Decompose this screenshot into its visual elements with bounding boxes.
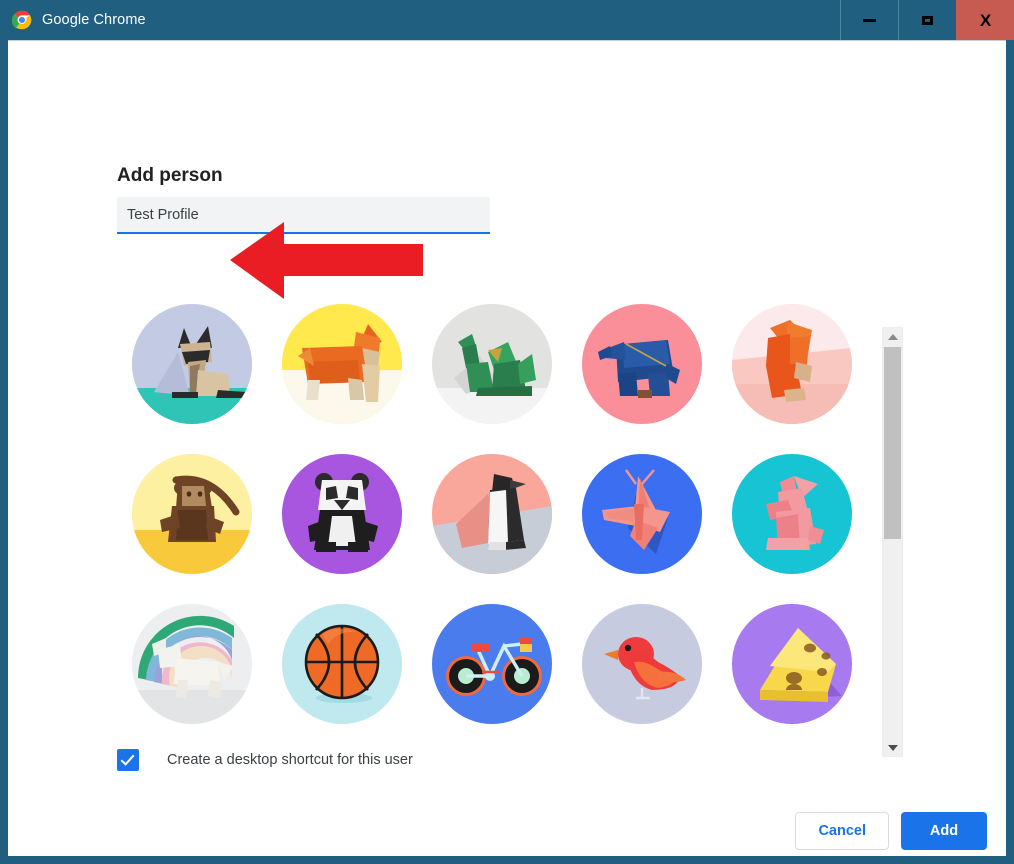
avatar-dog-icon[interactable]: [282, 304, 402, 424]
avatar-penguin-icon[interactable]: [432, 454, 552, 574]
chrome-window: Google Chrome X Add person Test Profile …: [0, 0, 1014, 864]
add-button[interactable]: Add: [901, 812, 987, 850]
dialog-content: Add person Test Profile Create a desktop…: [8, 40, 1006, 856]
avatar-monkey-icon[interactable]: [132, 454, 252, 574]
avatar-cell[interactable]: [267, 289, 417, 439]
avatar-cell[interactable]: [717, 439, 867, 589]
page-title: Add person: [117, 165, 223, 186]
avatar-cell[interactable]: [267, 439, 417, 589]
avatar-cell[interactable]: [717, 589, 867, 739]
avatar-bird-icon[interactable]: [582, 604, 702, 724]
avatar-dragon-icon[interactable]: [432, 304, 552, 424]
avatar-cell[interactable]: [117, 289, 267, 439]
avatar-cat-icon[interactable]: [132, 304, 252, 424]
avatar-cell[interactable]: [717, 289, 867, 439]
avatar-cheese-icon[interactable]: [732, 604, 852, 724]
avatar-elephant-icon[interactable]: [582, 304, 702, 424]
window-controls: X: [840, 0, 1014, 40]
cancel-button[interactable]: Cancel: [795, 812, 889, 850]
avatar-grid: [117, 289, 881, 739]
desktop-shortcut-row[interactable]: Create a desktop shortcut for this user: [117, 749, 413, 771]
scroll-down-button[interactable]: [883, 739, 902, 756]
close-icon: X: [979, 10, 992, 30]
scrollbar-thumb[interactable]: [884, 347, 901, 539]
window-title: Google Chrome: [42, 12, 146, 28]
minimize-button[interactable]: [840, 0, 898, 40]
maximize-icon: [922, 15, 933, 25]
avatar-cell[interactable]: [417, 439, 567, 589]
avatar-fox-icon[interactable]: [732, 304, 852, 424]
avatar-cell[interactable]: [567, 289, 717, 439]
avatar-unicorn-icon[interactable]: [132, 604, 252, 724]
titlebar-left: Google Chrome: [0, 0, 840, 40]
avatar-cell[interactable]: [567, 439, 717, 589]
minimize-icon: [863, 18, 876, 22]
triangle-down-icon: [887, 744, 898, 751]
desktop-shortcut-checkbox[interactable]: [117, 749, 139, 771]
maximize-button[interactable]: [898, 0, 956, 40]
avatar-scrollbar[interactable]: [882, 327, 903, 757]
avatar-picker: [117, 289, 881, 724]
close-button[interactable]: X: [956, 0, 1014, 40]
scroll-up-button[interactable]: [883, 328, 902, 345]
avatar-basketball-icon[interactable]: [282, 604, 402, 724]
triangle-up-icon: [887, 333, 898, 340]
profile-name-input[interactable]: [117, 197, 490, 234]
avatar-rabbit-icon[interactable]: [732, 454, 852, 574]
avatar-butterfly-icon[interactable]: [582, 454, 702, 574]
avatar-cell[interactable]: [117, 439, 267, 589]
avatar-cell[interactable]: [267, 589, 417, 739]
avatar-bicycle-icon[interactable]: [432, 604, 552, 724]
window-titlebar: Google Chrome X: [0, 0, 1014, 40]
avatar-panda-icon[interactable]: [282, 454, 402, 574]
avatar-cell[interactable]: [417, 289, 567, 439]
avatar-cell[interactable]: [417, 589, 567, 739]
avatar-cell[interactable]: [567, 589, 717, 739]
dialog-footer: Cancel Add: [8, 805, 1006, 857]
chrome-logo-icon: [11, 10, 32, 30]
desktop-shortcut-label: Create a desktop shortcut for this user: [167, 752, 413, 768]
avatar-cell[interactable]: [117, 589, 267, 739]
